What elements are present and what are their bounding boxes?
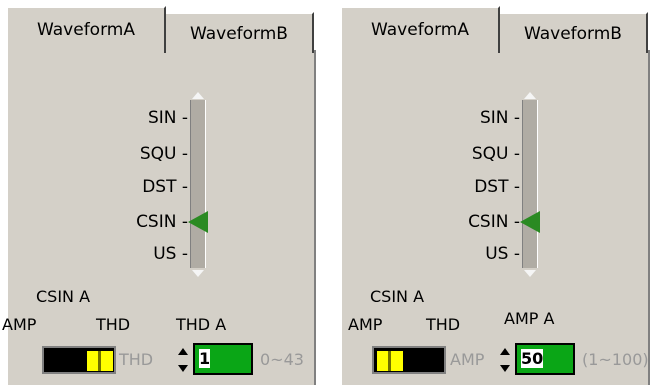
amp-thd-switch[interactable]	[372, 346, 446, 374]
slider-pointer-icon[interactable]	[188, 211, 208, 233]
decrement-arrow-icon[interactable]	[178, 365, 188, 372]
tab-waveform-a[interactable]: WaveformA	[340, 6, 500, 53]
increment-arrow-icon[interactable]	[500, 348, 510, 355]
waveform-slider-track[interactable]	[522, 92, 538, 277]
slider-down-arrow-icon[interactable]	[524, 270, 536, 277]
numeric-value: 1	[199, 349, 211, 368]
tab-waveform-b[interactable]: WaveformB	[500, 12, 648, 53]
waveform-panel-left: WaveformA WaveformB SIN - SQU - DST - CS…	[0, 0, 324, 385]
amp-label: AMP	[348, 315, 383, 334]
thd-label: THD	[96, 315, 131, 334]
numeric-spinner[interactable]	[495, 344, 515, 376]
numeric-spinner[interactable]	[173, 344, 193, 376]
slider-label-dst: DST -	[142, 177, 188, 197]
slider-label-dst: DST -	[474, 177, 520, 197]
tab-waveform-a[interactable]: WaveformA	[6, 6, 166, 53]
range-text: (1~100)	[582, 350, 649, 369]
numeric-input[interactable]: 1	[193, 343, 253, 375]
slider-label-csin: CSIN -	[468, 212, 520, 232]
switch-state-text: THD	[119, 350, 154, 369]
slider-label-us: US -	[153, 244, 188, 264]
thd-label: THD	[426, 315, 461, 334]
slider-label-squ: SQU -	[471, 144, 520, 164]
amp-label: AMP	[2, 315, 37, 334]
numeric-label: AMP A	[504, 309, 555, 328]
switch-lever	[377, 351, 403, 371]
decrement-arrow-icon[interactable]	[500, 365, 510, 372]
section-title: CSIN A	[370, 287, 425, 306]
section-title: CSIN A	[36, 287, 91, 306]
slider-up-arrow-icon[interactable]	[192, 92, 204, 99]
slider-label-sin: SIN -	[147, 108, 188, 128]
slider-label-squ: SQU -	[139, 144, 188, 164]
switch-state-text: AMP	[450, 350, 485, 369]
amp-thd-switch[interactable]	[42, 346, 116, 374]
slider-label-sin: SIN -	[479, 108, 520, 128]
slider-label-csin: CSIN -	[136, 212, 188, 232]
range-text: 0~43	[260, 350, 304, 369]
waveform-panel-right: WaveformA WaveformB SIN - SQU - DST - CS…	[334, 0, 658, 385]
slider-down-arrow-icon[interactable]	[192, 270, 204, 277]
numeric-value: 50	[521, 349, 544, 368]
numeric-label: THD A	[176, 315, 227, 334]
tab-waveform-b[interactable]: WaveformB	[166, 12, 314, 53]
slider-label-us: US -	[485, 244, 520, 264]
switch-lever	[87, 351, 113, 371]
numeric-input[interactable]: 50	[515, 343, 575, 375]
increment-arrow-icon[interactable]	[178, 348, 188, 355]
slider-up-arrow-icon[interactable]	[524, 92, 536, 99]
waveform-slider-track[interactable]	[190, 92, 206, 277]
slider-pointer-icon[interactable]	[520, 211, 540, 233]
